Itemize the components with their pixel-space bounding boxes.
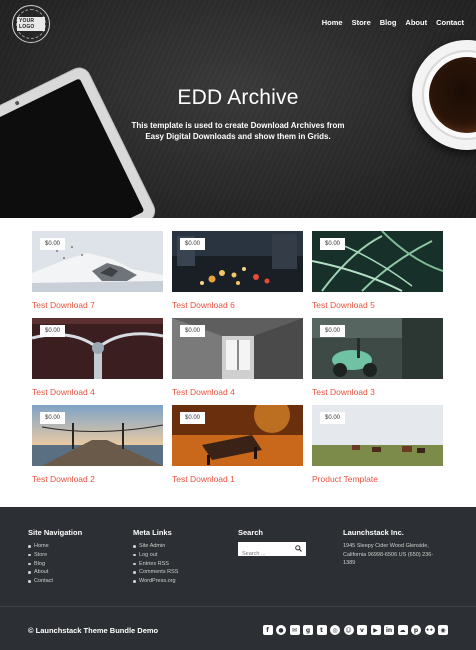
widget-heading: Launchstack Inc. xyxy=(343,528,404,537)
footer-link-store[interactable]: Store xyxy=(28,551,82,560)
linkedin-icon[interactable]: in xyxy=(384,625,394,635)
page-title: EDD Archive xyxy=(177,86,299,109)
company-widget: Launchstack Inc. 1945 Sleepy Cider Wood … xyxy=(343,528,443,568)
logo-inner: YOUR LOGO xyxy=(16,9,46,39)
social-icons: f ● ✉ g t ◎ ☺ v ▶ in ☁ p •• ◉ xyxy=(262,625,448,635)
price-badge: $0.00 xyxy=(320,238,346,250)
download-title[interactable]: Test Download 3 xyxy=(312,387,375,397)
nav-blog[interactable]: Blog xyxy=(380,18,397,27)
nav-about[interactable]: About xyxy=(405,18,427,27)
download-title[interactable]: Test Download 7 xyxy=(32,300,95,310)
soundcloud-icon[interactable]: ☁ xyxy=(397,625,408,635)
download-card[interactable]: $0.00 Test Download 1 xyxy=(172,405,303,484)
vimeo-icon[interactable]: v xyxy=(357,625,367,635)
pinterest-icon[interactable]: p xyxy=(411,625,421,635)
youtube-icon[interactable]: ▶ xyxy=(370,625,381,635)
meta-link-wordpress[interactable]: WordPress.org xyxy=(133,577,178,586)
city-traffic-night-image[interactable]: $0.00 xyxy=(172,231,303,292)
rss-icon[interactable]: ◉ xyxy=(438,625,448,635)
download-title[interactable]: Test Download 6 xyxy=(172,300,235,310)
fern-leaves-image[interactable]: $0.00 xyxy=(312,231,443,292)
price-badge: $0.00 xyxy=(180,325,206,337)
download-title[interactable]: Product Template xyxy=(312,474,378,484)
flickr-icon[interactable]: •• xyxy=(424,625,435,635)
footer-link-about[interactable]: About xyxy=(28,568,82,577)
wooden-pier-image[interactable]: $0.00 xyxy=(32,405,163,466)
hero-banner: YOUR LOGO Home Store Blog About Contact … xyxy=(0,0,476,218)
price-badge: $0.00 xyxy=(320,412,346,424)
nav-contact[interactable]: Contact xyxy=(436,18,464,27)
copyright-text: © Launchstack Theme Bundle Demo xyxy=(28,626,159,635)
site-navigation-widget: Site Navigation Home Store Blog About Co… xyxy=(28,528,82,586)
download-title[interactable]: Test Download 5 xyxy=(312,300,375,310)
autumn-bench-image[interactable]: $0.00 xyxy=(172,405,303,466)
company-address: 1945 Sleepy Cider Wood Glenside, Califor… xyxy=(343,543,434,566)
green-scooter-image[interactable]: $0.00 xyxy=(312,318,443,379)
download-title[interactable]: Test Download 4 xyxy=(172,387,235,397)
meta-link-log-out[interactable]: Log out xyxy=(133,551,178,560)
nav-store[interactable]: Store xyxy=(352,18,371,27)
google-plus-icon[interactable]: g xyxy=(303,625,313,635)
download-card[interactable]: $0.00 Test Download 5 xyxy=(312,231,443,310)
site-footer: Site Navigation Home Store Blog About Co… xyxy=(0,507,476,650)
search-input[interactable] xyxy=(238,547,292,561)
bicycle-handlebar-image[interactable]: $0.00 xyxy=(32,318,163,379)
github-icon[interactable]: ● xyxy=(276,625,286,635)
download-card[interactable]: $0.00 Test Download 7 xyxy=(32,231,163,310)
price-badge: $0.00 xyxy=(180,412,206,424)
facebook-icon[interactable]: f xyxy=(262,625,273,635)
price-badge: $0.00 xyxy=(40,325,66,337)
footer-divider xyxy=(0,606,476,607)
logo-text: YOUR LOGO xyxy=(17,17,45,31)
meta-link-comments-rss[interactable]: Comments RSS xyxy=(133,568,178,577)
attic-window-image[interactable]: $0.00 xyxy=(172,318,303,379)
meta-link-site-admin[interactable]: Site Admin xyxy=(133,542,178,551)
download-title[interactable]: Test Download 1 xyxy=(172,474,235,484)
download-card[interactable]: $0.00 Test Download 4 xyxy=(32,318,163,397)
footer-link-contact[interactable]: Contact xyxy=(28,577,82,586)
download-title[interactable]: Test Download 4 xyxy=(32,387,95,397)
site-logo[interactable]: YOUR LOGO xyxy=(12,5,50,43)
page-subtitle: This template is used to create Download… xyxy=(131,121,345,141)
download-card[interactable]: $0.00 Test Download 2 xyxy=(32,405,163,484)
search-form xyxy=(238,542,306,561)
meta-links-widget: Meta Links Site Admin Log out Entries RS… xyxy=(133,528,178,586)
snowy-mountain-image[interactable]: $0.00 xyxy=(32,231,163,292)
mail-icon[interactable]: ✉ xyxy=(289,625,300,635)
search-icon[interactable] xyxy=(295,545,302,552)
download-card[interactable]: $0.00 Test Download 4 xyxy=(172,318,303,397)
dribbble-icon[interactable]: ◎ xyxy=(330,625,340,635)
footer-link-home[interactable]: Home xyxy=(28,542,82,551)
widget-heading: Site Navigation xyxy=(28,528,83,537)
search-widget: Search xyxy=(238,528,306,561)
meta-link-entries-rss[interactable]: Entries RSS xyxy=(133,560,178,569)
price-badge: $0.00 xyxy=(320,325,346,337)
widget-heading: Meta Links xyxy=(133,528,172,537)
price-badge: $0.00 xyxy=(40,238,66,250)
nav-home[interactable]: Home xyxy=(322,18,343,27)
download-card[interactable]: $0.00 Product Template xyxy=(312,405,443,484)
download-title[interactable]: Test Download 2 xyxy=(32,474,95,484)
reddit-icon[interactable]: ☺ xyxy=(343,625,354,635)
tumblr-icon[interactable]: t xyxy=(316,625,327,635)
price-badge: $0.00 xyxy=(180,238,206,250)
main-nav: Home Store Blog About Contact xyxy=(322,18,464,27)
widget-heading: Search xyxy=(238,528,264,537)
horses-field-image[interactable]: $0.00 xyxy=(312,405,443,466)
download-card[interactable]: $0.00 Test Download 3 xyxy=(312,318,443,397)
download-card[interactable]: $0.00 Test Download 6 xyxy=(172,231,303,310)
footer-link-blog[interactable]: Blog xyxy=(28,560,82,569)
price-badge: $0.00 xyxy=(40,412,66,424)
